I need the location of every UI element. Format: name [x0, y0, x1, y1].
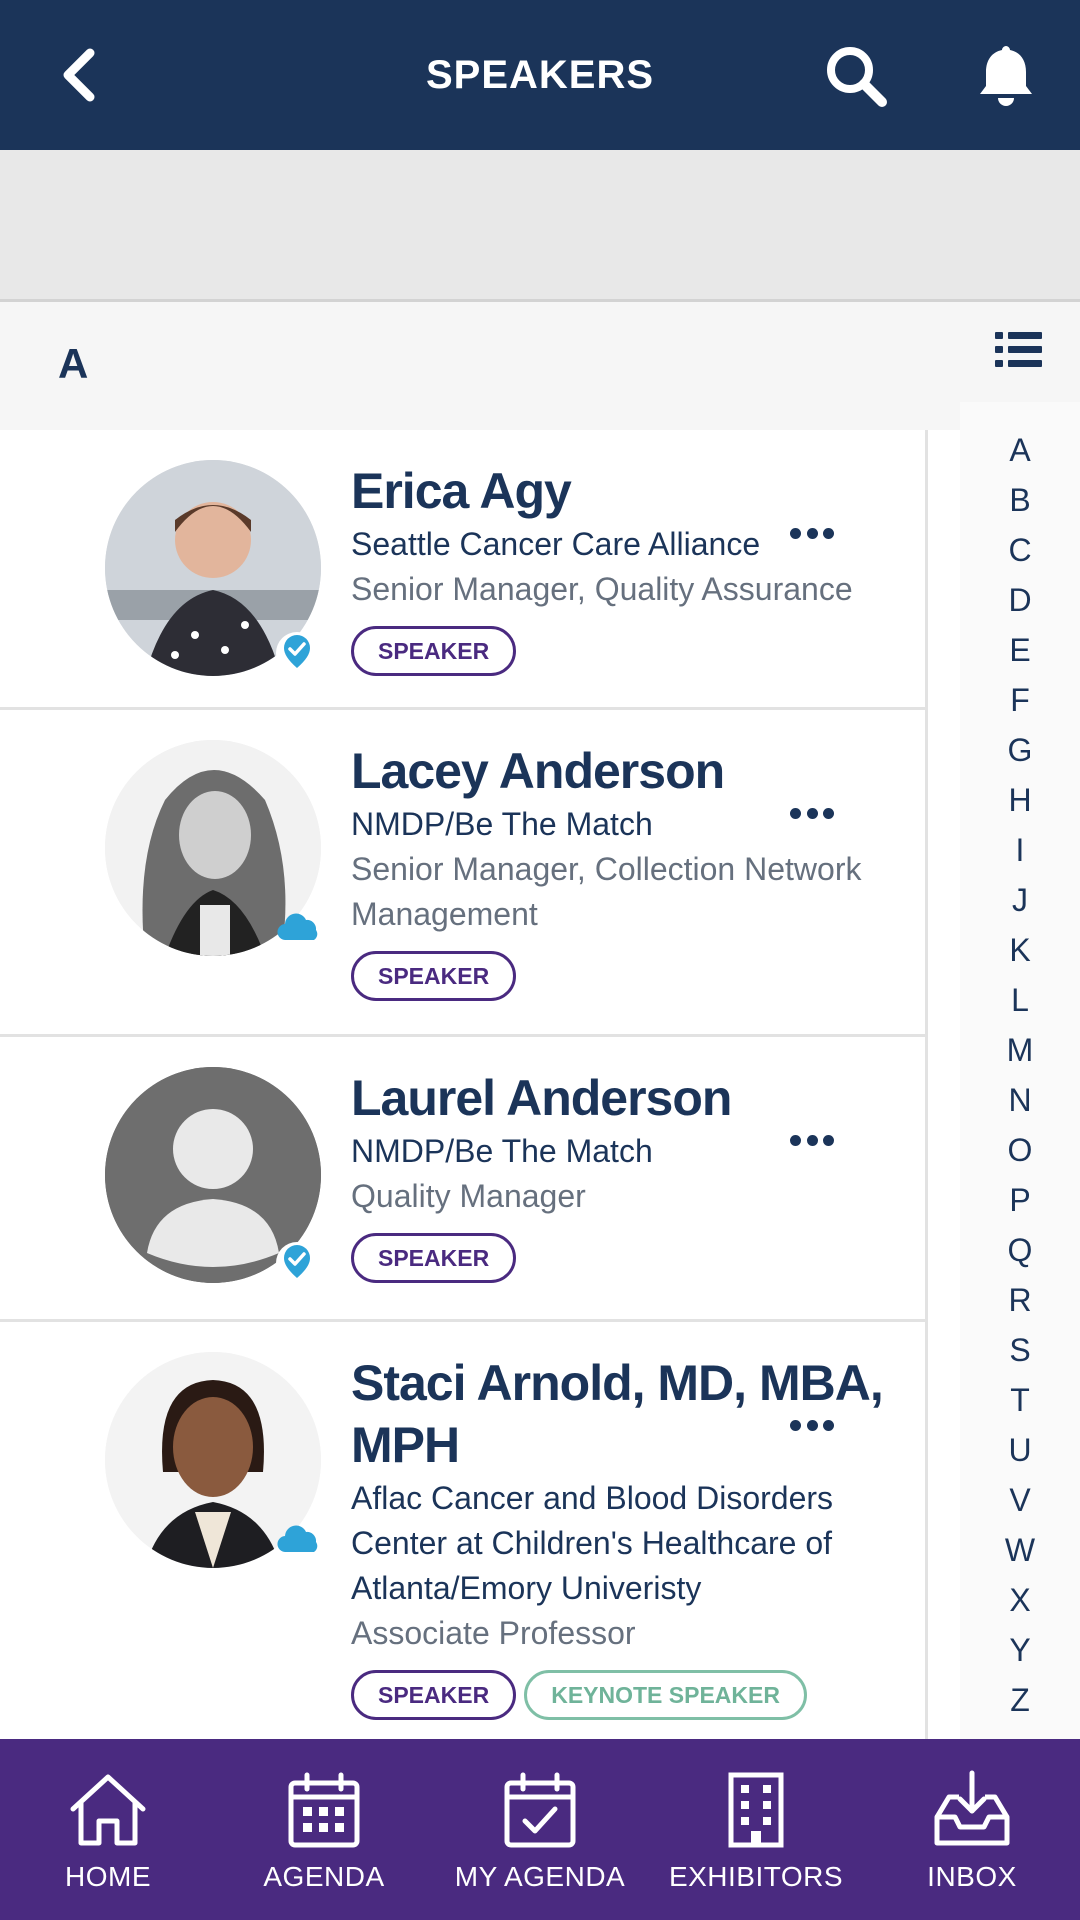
more-options-button[interactable]	[790, 1420, 834, 1432]
section-header	[0, 302, 1080, 430]
speaker-card[interactable]: Staci Arnold, MD, MBA, MPH Aflac Cancer …	[0, 1322, 925, 1740]
list-view-button[interactable]	[995, 330, 1043, 370]
speaker-role: Senior Manager, Collection Network Manag…	[351, 851, 862, 932]
speaker-role: Senior Manager, Quality Assurance	[351, 571, 853, 607]
tab-label: MY AGENDA	[454, 1861, 626, 1892]
index-letter[interactable]: S	[960, 1330, 1080, 1370]
section-letter: A	[58, 340, 89, 387]
keynote-speaker-tag: KEYNOTE SPEAKER	[524, 1670, 807, 1720]
speaker-tag: SPEAKER	[351, 951, 517, 1001]
verified-icon	[276, 632, 318, 674]
tab-label: EXHIBITORS	[668, 1861, 844, 1892]
index-letter[interactable]: A	[960, 430, 1080, 470]
building-icon	[728, 1772, 784, 1848]
index-letter[interactable]: P	[960, 1180, 1080, 1220]
speaker-list: Erica Agy Seattle Cancer Care Alliance S…	[0, 430, 928, 1740]
speaker-card[interactable]: Erica Agy Seattle Cancer Care Alliance S…	[0, 430, 925, 710]
index-letter[interactable]: L	[960, 980, 1080, 1020]
tab-home[interactable]: HOME	[0, 1739, 216, 1920]
cloud-icon	[277, 1525, 318, 1553]
speaker-card[interactable]: Laurel Anderson NMDP/Be The Match Qualit…	[0, 1037, 925, 1322]
more-options-button[interactable]	[790, 1135, 834, 1147]
notifications-button[interactable]	[970, 40, 1042, 112]
index-letter[interactable]: U	[960, 1430, 1080, 1470]
page-title: SPEAKERS	[425, 52, 655, 97]
chevron-left-icon	[63, 48, 95, 102]
index-letter[interactable]: R	[960, 1280, 1080, 1320]
index-letter[interactable]: C	[960, 530, 1080, 570]
speaker-name: Lacey Anderson	[351, 743, 725, 799]
index-letter[interactable]: H	[960, 780, 1080, 820]
index-letter[interactable]: J	[960, 880, 1080, 920]
bottom-tab-bar: HOME AGENDA MY AGENDA EXHIBITORS INBOX	[0, 1739, 1080, 1920]
home-icon	[70, 1774, 146, 1846]
verified-icon	[276, 1242, 318, 1284]
bell-icon	[980, 46, 1032, 106]
tab-label: HOME	[65, 1861, 151, 1892]
calendar-icon	[288, 1772, 360, 1848]
index-letter[interactable]: Q	[960, 1230, 1080, 1270]
tab-inbox[interactable]: INBOX	[864, 1739, 1080, 1920]
list-view-icon	[995, 332, 1042, 367]
speaker-tag: SPEAKER	[351, 626, 517, 676]
speaker-role: Quality Manager	[351, 1178, 586, 1214]
speaker-name: Erica Agy	[351, 463, 572, 519]
more-icon	[790, 1135, 801, 1146]
search-icon	[827, 47, 887, 107]
more-options-button[interactable]	[790, 528, 834, 540]
inbox-icon	[934, 1770, 1010, 1846]
index-letter[interactable]: E	[960, 630, 1080, 670]
tab-agenda[interactable]: AGENDA	[216, 1739, 432, 1920]
tab-exhibitors[interactable]: EXHIBITORS	[648, 1739, 864, 1920]
index-letter[interactable]: X	[960, 1580, 1080, 1620]
speaker-role: Associate Professor	[351, 1615, 636, 1651]
index-letter[interactable]: K	[960, 930, 1080, 970]
alphabet-index[interactable]: A B C D E F G H I J K L M N O P Q R S T …	[960, 402, 1080, 1740]
index-letter[interactable]: M	[960, 1030, 1080, 1070]
index-letter[interactable]: G	[960, 730, 1080, 770]
index-letter[interactable]: N	[960, 1080, 1080, 1120]
top-app-bar: SPEAKERS	[0, 0, 1080, 150]
index-letter[interactable]: O	[960, 1130, 1080, 1170]
tab-my-agenda[interactable]: MY AGENDA	[432, 1739, 648, 1920]
more-icon	[790, 808, 801, 819]
index-letter[interactable]: I	[960, 830, 1080, 870]
index-letter[interactable]: Y	[960, 1630, 1080, 1670]
index-letter[interactable]: F	[960, 680, 1080, 720]
back-button[interactable]	[48, 42, 108, 108]
banner-area	[0, 150, 1080, 302]
speaker-tag: SPEAKER	[351, 1670, 517, 1720]
cloud-icon	[277, 913, 318, 941]
speaker-name: Laurel Anderson	[351, 1070, 732, 1126]
index-letter[interactable]: V	[960, 1480, 1080, 1520]
more-options-button[interactable]	[790, 808, 834, 820]
index-letter[interactable]: W	[960, 1530, 1080, 1570]
index-letter[interactable]: B	[960, 480, 1080, 520]
tab-label: AGENDA	[263, 1861, 385, 1892]
tab-label: INBOX	[927, 1861, 1017, 1892]
more-icon	[790, 1420, 801, 1431]
speaker-organization: Aflac Cancer and Blood Disorders Center …	[351, 1480, 834, 1606]
index-letter[interactable]: D	[960, 580, 1080, 620]
search-button[interactable]	[820, 40, 892, 112]
index-letter[interactable]: Z	[960, 1680, 1080, 1720]
more-icon	[790, 528, 801, 539]
calendar-check-icon	[504, 1772, 576, 1848]
speaker-name: Staci Arnold, MD, MBA, MPH	[351, 1355, 884, 1473]
speaker-card[interactable]: Lacey Anderson NMDP/Be The Match Senior …	[0, 710, 925, 1037]
index-letter[interactable]: T	[960, 1380, 1080, 1420]
speaker-tag: SPEAKER	[351, 1233, 517, 1283]
